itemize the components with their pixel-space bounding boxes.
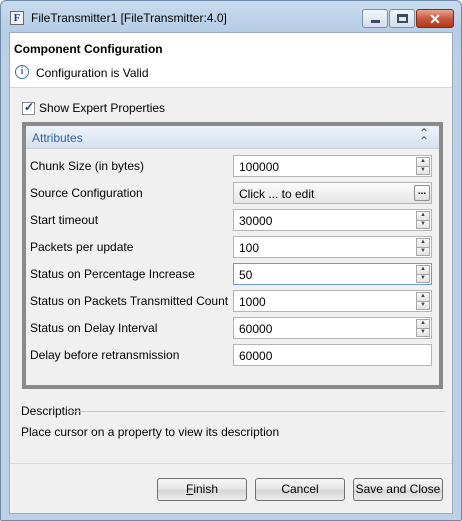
field-value: 60000 [239, 322, 273, 336]
chunk-size-field[interactable]: 100000 ▲ ▼ [233, 155, 432, 177]
delay-interval-field[interactable]: 60000 ▲ ▼ [233, 317, 432, 339]
property-label: Status on Percentage Increase [30, 267, 195, 281]
title-bar[interactable]: F FileTransmitter1 [FileTransmitter:4.0]… [1, 1, 461, 31]
description-group: Description Place cursor on a property t… [18, 404, 446, 450]
spinner[interactable]: ▲ ▼ [416, 157, 430, 175]
attributes-title: Attributes [32, 131, 83, 145]
description-text: Place cursor on a property to view its d… [21, 425, 280, 439]
property-label: Status on Delay Interval [30, 321, 158, 335]
property-row: Status on Packets Transmitted Count 1000… [26, 288, 439, 315]
spinner[interactable]: ▲ ▼ [416, 238, 430, 256]
property-label: Delay before retransmission [30, 348, 180, 362]
spin-up-icon[interactable]: ▲ [416, 211, 430, 221]
property-label: Status on Packets Transmitted Count [30, 294, 229, 308]
property-label: Start timeout [30, 213, 99, 227]
collapse-up-icon[interactable]: ⌃ ⌃ [418, 127, 430, 147]
show-expert-properties[interactable]: ✓ Show Expert Properties [22, 99, 165, 115]
spin-down-icon[interactable]: ▼ [416, 247, 430, 256]
footer-divider [10, 463, 452, 464]
spin-up-icon[interactable]: ▲ [416, 157, 430, 167]
property-label: Source Configuration [30, 186, 143, 200]
edit-ellipsis-button[interactable]: ... [414, 185, 430, 201]
cancel-button[interactable]: Cancel [255, 478, 345, 501]
spinner[interactable]: ▲ ▼ [416, 319, 430, 337]
dialog-header: Component Configuration i Configuration … [10, 33, 452, 88]
attributes-panel: Attributes ⌃ ⌃ Chunk Size (in bytes) 1000… [22, 122, 443, 389]
field-value: Click ... to edit [239, 187, 315, 201]
expert-properties-label[interactable]: Show Expert Properties [39, 101, 165, 115]
minimize-icon [370, 20, 380, 23]
spin-down-icon[interactable]: ▼ [416, 220, 430, 229]
spin-down-icon[interactable]: ▼ [416, 274, 430, 283]
save-and-close-button[interactable]: Save and Close [353, 478, 443, 501]
packets-per-update-field[interactable]: 100 ▲ ▼ [233, 236, 432, 258]
property-row: Packets per update 100 ▲ ▼ [26, 234, 439, 261]
maximize-icon [396, 14, 408, 23]
percentage-increase-field[interactable]: 50 ▲ ▼ [233, 263, 432, 285]
close-icon: ✕ [429, 10, 441, 27]
source-configuration-field[interactable]: Click ... to edit ... [233, 182, 432, 204]
attributes-header[interactable]: Attributes ⌃ ⌃ [26, 126, 439, 149]
field-value: 1000 [239, 295, 266, 309]
start-timeout-field[interactable]: 30000 ▲ ▼ [233, 209, 432, 231]
property-row: Start timeout 30000 ▲ ▼ [26, 207, 439, 234]
checkmark-icon: ✓ [24, 99, 35, 114]
spinner[interactable]: ▲ ▼ [416, 292, 430, 310]
spinner[interactable]: ▲ ▼ [416, 211, 430, 229]
field-value: 30000 [239, 214, 273, 228]
spin-down-icon[interactable]: ▼ [416, 301, 430, 310]
field-value: 100000 [239, 160, 280, 174]
property-label: Packets per update [30, 240, 134, 254]
finish-button[interactable]: Finish [157, 478, 247, 501]
delay-before-retransmission-field[interactable]: 60000 [233, 344, 432, 366]
property-row: Status on Delay Interval 60000 ▲ ▼ [26, 315, 439, 342]
spin-up-icon[interactable]: ▲ [416, 292, 430, 302]
property-row: Source Configuration Click ... to edit .… [26, 180, 439, 207]
dialog-window: F FileTransmitter1 [FileTransmitter:4.0]… [0, 0, 462, 521]
property-row: Chunk Size (in bytes) 100000 ▲ ▼ [26, 153, 439, 180]
property-row: Status on Percentage Increase 50 ▲ ▼ [26, 261, 439, 288]
info-icon: i [15, 65, 29, 79]
spinner[interactable]: ▲ ▼ [416, 265, 430, 283]
property-label: Chunk Size (in bytes) [30, 159, 145, 173]
spin-up-icon[interactable]: ▲ [416, 265, 430, 275]
page-title: Component Configuration [14, 42, 163, 56]
maximize-button[interactable] [389, 9, 415, 28]
close-button[interactable]: ✕ [416, 9, 454, 28]
field-value: 60000 [239, 349, 273, 363]
field-value: 50 [239, 268, 253, 282]
field-value: 100 [239, 241, 260, 255]
validation-status: Configuration is Valid [36, 66, 149, 80]
property-row: Delay before retransmission 60000 [26, 342, 439, 369]
minimize-button[interactable] [362, 9, 388, 28]
finish-label: inish [193, 482, 219, 496]
window-title: FileTransmitter1 [FileTransmitter:4.0] [31, 11, 227, 25]
dialog-client-area: Component Configuration i Configuration … [9, 32, 453, 514]
spin-down-icon[interactable]: ▼ [416, 166, 430, 175]
spin-down-icon[interactable]: ▼ [416, 328, 430, 337]
description-divider [68, 411, 445, 412]
spin-up-icon[interactable]: ▲ [416, 238, 430, 248]
expert-properties-checkbox[interactable]: ✓ [22, 99, 35, 115]
spin-up-icon[interactable]: ▲ [416, 319, 430, 329]
packets-transmitted-count-field[interactable]: 1000 ▲ ▼ [233, 290, 432, 312]
app-icon: F [10, 11, 24, 25]
